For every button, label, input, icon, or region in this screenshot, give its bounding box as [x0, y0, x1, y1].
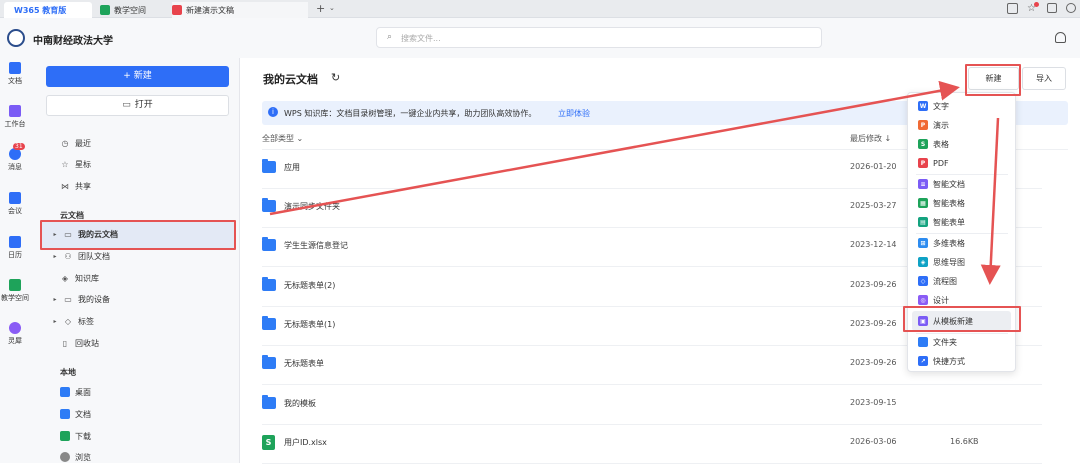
annotation-arrows — [269, 80, 1001, 285]
arrow-to-new-button — [269, 80, 960, 216]
arrow-to-template — [980, 117, 1001, 285]
